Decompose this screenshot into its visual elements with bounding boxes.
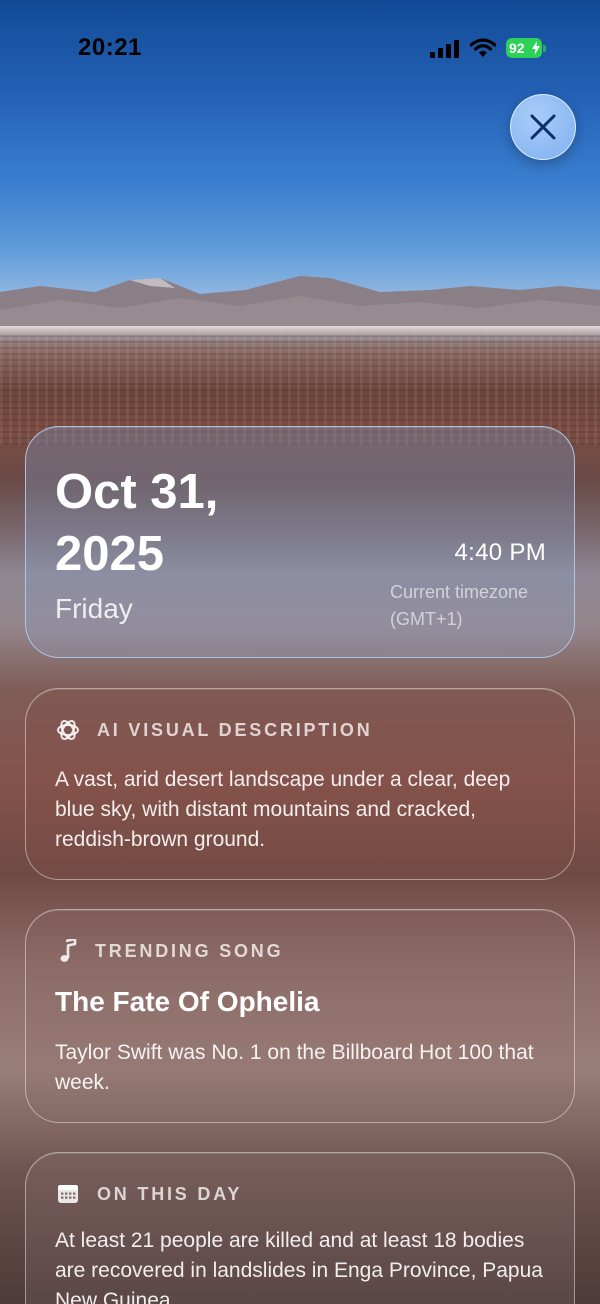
song-card-title: TRENDING SONG (95, 940, 284, 961)
date-line-1: Oct 31, (55, 465, 219, 519)
timezone-info: Current timezone (GMT+1) (390, 579, 560, 633)
wifi-icon (470, 38, 496, 57)
charging-bolt-icon (532, 41, 540, 55)
battery-tip (543, 45, 546, 52)
ai-card-title: AI VISUAL DESCRIPTION (97, 719, 373, 740)
battery-indicator: 92 (506, 38, 542, 58)
song-card-header: TRENDING SONG (55, 938, 283, 964)
ai-description-text: A vast, arid desert landscape under a cl… (55, 768, 511, 851)
on-this-day-text: At least 21 people are killed and at lea… (55, 1229, 543, 1304)
close-icon (530, 114, 556, 140)
ai-description-card: AI VISUAL DESCRIPTION A vast, arid deser… (25, 688, 575, 880)
trending-song-card: TRENDING SONG The Fate Of Ophelia Taylor… (25, 909, 575, 1123)
time-display: 4:40 PM (454, 539, 546, 566)
cellular-signal-icon (430, 40, 459, 58)
status-time: 20:21 (78, 34, 142, 61)
song-name: The Fate Of Ophelia (55, 986, 320, 1017)
date-display: Oct 31, 2025 (55, 461, 218, 585)
date-line-2: 2025 (55, 527, 165, 581)
day-card-header: ON THIS DAY (55, 1181, 242, 1207)
sparkle-flower-icon (55, 717, 81, 743)
music-note-icon (55, 938, 81, 964)
status-bar: 20:21 92 (0, 0, 600, 96)
close-button[interactable] (510, 94, 576, 160)
calendar-icon (55, 1181, 81, 1207)
weekday-label: Friday (55, 593, 133, 624)
day-card-title: ON THIS DAY (97, 1183, 243, 1204)
date-card: Oct 31, 2025 Friday 4:40 PM Current time… (25, 426, 575, 658)
ai-card-header: AI VISUAL DESCRIPTION (55, 717, 373, 743)
timezone-label: Current timezone (390, 582, 529, 602)
on-this-day-card: ON THIS DAY At least 21 people are kille… (25, 1152, 575, 1304)
timezone-value: (GMT+1) (390, 609, 463, 629)
battery-level: 92 (509, 40, 525, 56)
song-description: Taylor Swift was No. 1 on the Billboard … (55, 1041, 534, 1094)
